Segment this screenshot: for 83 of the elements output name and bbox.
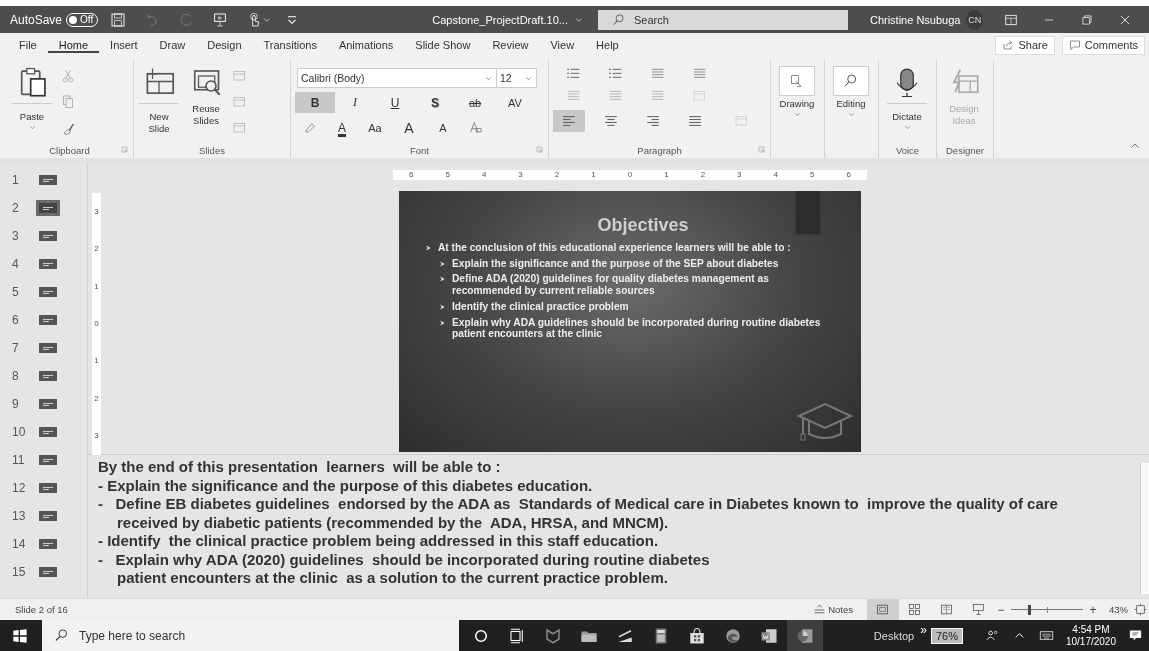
- notes-button[interactable]: Notes: [803, 598, 863, 621]
- format-button[interactable]: U: [375, 92, 415, 113]
- shrink-font-button[interactable]: A: [426, 117, 460, 138]
- font-name-field[interactable]: Calibri (Body): [297, 68, 497, 88]
- vertical-ruler: 3 2 1 0 1 2 3: [92, 193, 101, 455]
- notes-text: - Define EB diabetes guidelines endorsed by the ADA as Standards of Medical care in Diabetes known to improve the quality of care: [98, 495, 1059, 514]
- group-label: Designer: [946, 144, 984, 156]
- slide-number: 5: [12, 285, 20, 299]
- font-size-field[interactable]: 12: [497, 68, 537, 88]
- new-slide-button[interactable]: New Slide: [138, 60, 180, 142]
- editing-button[interactable]: Editing: [829, 60, 873, 142]
- slide-number: 4: [12, 257, 20, 271]
- bullet-text: Define ADA (2020) guidelines for quality diabetes management as recommended by current reliable sources: [452, 273, 770, 297]
- notes-text: received by diabetic patients (recommended by the ADA, HRSA, and MNCM).: [116, 513, 670, 532]
- bullet-text: At the conclusion of this educational experience learners will be able to :: [438, 242, 792, 254]
- slide-number: 8: [12, 369, 20, 383]
- dictate-button[interactable]: Dictate: [883, 60, 931, 142]
- ribbon-tab[interactable]: Draw: [148, 34, 197, 56]
- notes-text: patient encounters at the clinic as a solution to the current practice problem.: [116, 569, 669, 588]
- paste-button[interactable]: Paste: [10, 60, 54, 142]
- desktop-toolbar-label[interactable]: Desktop: [873, 629, 915, 642]
- font-color-button[interactable]: A: [326, 117, 358, 138]
- slide-title: Objectives: [596, 215, 690, 236]
- user-name: Christine Nsubuga: [869, 13, 961, 26]
- format-button[interactable]: AV: [495, 92, 535, 113]
- ribbon-tab[interactable]: Help: [585, 34, 630, 56]
- group-label: Voice: [895, 144, 920, 156]
- format-button[interactable]: S: [415, 92, 455, 113]
- format-button[interactable]: I: [335, 92, 375, 113]
- zoom-level[interactable]: 43%: [1109, 604, 1128, 615]
- ribbon-tab[interactable]: Design: [196, 34, 253, 56]
- horizontal-ruler: 6 5 4 3 2 1 0 1 2 3 4 5 6: [393, 170, 867, 180]
- format-button[interactable]: ab: [455, 92, 495, 113]
- slide-counter: Slide 2 of 16: [15, 604, 68, 615]
- bullet-text: Explain why ADA guidelines should be incorporated during routine diabetes patient encounters at the clinic: [452, 316, 822, 341]
- ribbon-tab[interactable]: Animations: [327, 34, 405, 56]
- zoom-in-button[interactable]: +: [1087, 602, 1099, 617]
- ribbon-tab[interactable]: Home: [47, 34, 100, 56]
- group-label: Paragraph: [637, 144, 682, 156]
- slide-number: 1: [12, 173, 20, 187]
- slide-number: 9: [12, 397, 20, 411]
- group-label: Slides: [199, 144, 225, 156]
- notes-text: By the end of this presentation learners will be able to :: [98, 458, 502, 477]
- reuse-slides-button[interactable]: Reuse Slides: [186, 60, 226, 142]
- file-name[interactable]: Capstone_ProjectDraft.10...: [432, 13, 584, 26]
- bullet-text: Identify the clinical practice problem: [452, 300, 630, 313]
- slide-number: 14: [12, 537, 26, 551]
- notes-text: - Identify the clinical practice problem being addressed in this staff education.: [98, 532, 660, 551]
- notes-text: - Explain the significance and the purpose of this diabetes education.: [98, 476, 594, 495]
- ribbon-tab[interactable]: Transitions: [252, 34, 328, 56]
- slide-number: 6: [12, 313, 20, 327]
- ribbon-tab[interactable]: Review: [481, 34, 540, 56]
- slide-number: 3: [12, 229, 20, 243]
- slide-number: 12: [12, 481, 26, 495]
- ribbon-tab[interactable]: Insert: [99, 34, 149, 56]
- clock-date[interactable]: 10/17/2020: [1065, 635, 1116, 648]
- grow-font-button[interactable]: A: [392, 117, 426, 138]
- slide-number: 15: [12, 565, 26, 579]
- ribbon-tab[interactable]: View: [539, 34, 586, 56]
- expand-toolbar-button[interactable]: »: [920, 623, 927, 637]
- comments-button[interactable]: Comments: [1061, 35, 1145, 55]
- drawing-button[interactable]: Drawing: [775, 60, 819, 142]
- share-button[interactable]: Share: [995, 35, 1055, 55]
- change-case-button[interactable]: Aa: [358, 117, 392, 138]
- battery-indicator: 76%: [930, 627, 963, 644]
- slide-number: 7: [12, 341, 20, 355]
- slide-number: 11: [12, 453, 26, 467]
- bullet-text: Explain the significance and the purpose of the SEP about diabetes: [452, 257, 780, 270]
- notes-text: - Explain why ADA (2020) guidelines should be incorporated during routine diabetes: [98, 550, 711, 569]
- slide-number: 10: [12, 425, 26, 439]
- slide-number: 13: [12, 509, 26, 523]
- slide-number: 2: [12, 201, 20, 215]
- taskbar-search-field[interactable]: Type here to search: [42, 620, 459, 651]
- ribbon-tab[interactable]: File: [8, 34, 48, 56]
- autosave-toggle[interactable]: AutoSave Off: [10, 12, 99, 27]
- zoom-out-button[interactable]: −: [995, 602, 1007, 617]
- group-label: Font: [410, 144, 429, 156]
- format-button[interactable]: B: [295, 92, 335, 113]
- search-field[interactable]: Search: [597, 9, 848, 30]
- group-label: Clipboard: [49, 144, 90, 156]
- user-avatar[interactable]: CN: [966, 9, 983, 30]
- ribbon-tab[interactable]: Slide Show: [404, 34, 482, 56]
- clock-time[interactable]: 4:54 PM: [1072, 623, 1110, 636]
